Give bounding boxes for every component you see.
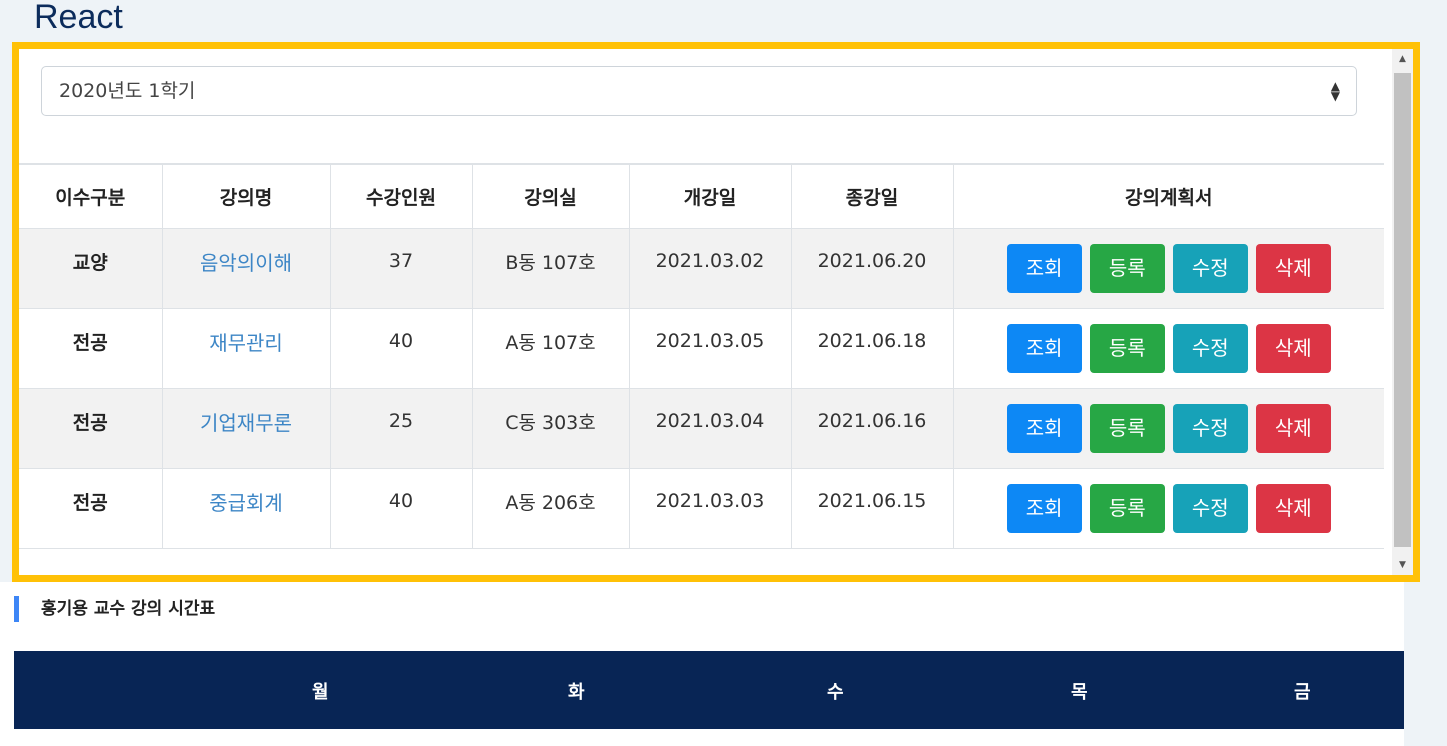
header-room: 강의실 bbox=[471, 163, 630, 229]
course-name-cell: 재무관리 bbox=[161, 307, 331, 389]
day-thu: 목 bbox=[1071, 682, 1088, 703]
header-syllabus: 강의계획서 bbox=[952, 163, 1384, 229]
course-name-cell: 중급회계 bbox=[161, 467, 331, 549]
course-room: B동 107호 bbox=[471, 227, 630, 309]
header-enrolled: 수강인원 bbox=[329, 163, 473, 229]
day-mon: 월 bbox=[312, 682, 329, 703]
table-row: 전공 중급회계 40 A동 206호 2021.03.03 2021.06.15… bbox=[19, 467, 1384, 549]
delete-button[interactable]: 삭제 bbox=[1255, 243, 1331, 293]
register-button[interactable]: 등록 bbox=[1089, 243, 1165, 293]
course-name-link[interactable]: 음악의이해 bbox=[200, 251, 292, 275]
course-enrolled: 40 bbox=[329, 467, 473, 549]
header-name: 강의명 bbox=[161, 163, 331, 229]
table-row: 전공 재무관리 40 A동 107호 2021.03.05 2021.06.18… bbox=[19, 307, 1384, 389]
course-list-panel: 2020년도 1학기 ▲ ▼ 이수구분 강의명 수강인원 강의실 개강일 종강일 … bbox=[12, 42, 1420, 582]
edit-button[interactable]: 수정 bbox=[1172, 243, 1248, 293]
course-room: A동 107호 bbox=[471, 307, 630, 389]
header-end-date: 종강일 bbox=[790, 163, 954, 229]
course-name-link[interactable]: 재무관리 bbox=[209, 331, 283, 355]
table-header-row: 이수구분 강의명 수강인원 강의실 개강일 종강일 강의계획서 bbox=[19, 163, 1384, 229]
course-type: 전공 bbox=[19, 387, 163, 469]
delete-button[interactable]: 삭제 bbox=[1255, 403, 1331, 453]
course-type: 전공 bbox=[19, 467, 163, 549]
edit-button[interactable]: 수정 bbox=[1172, 483, 1248, 533]
day-tue: 화 bbox=[568, 682, 585, 703]
course-end-date: 2021.06.16 bbox=[790, 387, 954, 469]
register-button[interactable]: 등록 bbox=[1089, 483, 1165, 533]
course-room: C동 303호 bbox=[471, 387, 630, 469]
edit-button[interactable]: 수정 bbox=[1172, 403, 1248, 453]
syllabus-actions: 조회 등록 수정 삭제 bbox=[952, 227, 1384, 309]
course-name-link[interactable]: 기업재무론 bbox=[200, 411, 292, 435]
table-row: 교양 음악의이해 37 B동 107호 2021.03.02 2021.06.2… bbox=[19, 227, 1384, 309]
course-start-date: 2021.03.04 bbox=[628, 387, 792, 469]
syllabus-actions: 조회 등록 수정 삭제 bbox=[952, 307, 1384, 389]
view-button[interactable]: 조회 bbox=[1006, 323, 1082, 373]
course-room: A동 206호 bbox=[471, 467, 630, 549]
delete-button[interactable]: 삭제 bbox=[1255, 323, 1331, 373]
header-type: 이수구분 bbox=[19, 163, 163, 229]
semester-select-value: 2020년도 1학기 bbox=[59, 80, 196, 102]
course-start-date: 2021.03.03 bbox=[628, 467, 792, 549]
semester-select[interactable]: 2020년도 1학기 ▲ ▼ bbox=[41, 66, 1357, 116]
timetable-title: 홍기용 교수 강의 시간표 bbox=[14, 596, 215, 622]
register-button[interactable]: 등록 bbox=[1089, 403, 1165, 453]
course-enrolled: 37 bbox=[329, 227, 473, 309]
syllabus-actions: 조회 등록 수정 삭제 bbox=[952, 387, 1384, 469]
scroll-up-icon[interactable]: ▲ bbox=[1392, 51, 1413, 67]
register-button[interactable]: 등록 bbox=[1089, 323, 1165, 373]
course-start-date: 2021.03.02 bbox=[628, 227, 792, 309]
scrollbar-thumb[interactable] bbox=[1394, 73, 1411, 547]
course-enrolled: 25 bbox=[329, 387, 473, 469]
table-row: 전공 기업재무론 25 C동 303호 2021.03.04 2021.06.1… bbox=[19, 387, 1384, 469]
view-button[interactable]: 조회 bbox=[1006, 483, 1082, 533]
day-wed: 수 bbox=[827, 682, 844, 703]
view-button[interactable]: 조회 bbox=[1006, 403, 1082, 453]
course-enrolled: 40 bbox=[329, 307, 473, 389]
course-name-link[interactable]: 중급회계 bbox=[209, 491, 283, 515]
course-end-date: 2021.06.20 bbox=[790, 227, 954, 309]
day-fri: 금 bbox=[1294, 682, 1311, 703]
delete-button[interactable]: 삭제 bbox=[1255, 483, 1331, 533]
course-start-date: 2021.03.05 bbox=[628, 307, 792, 389]
course-list-content: 2020년도 1학기 ▲ ▼ 이수구분 강의명 수강인원 강의실 개강일 종강일 … bbox=[19, 49, 1392, 575]
course-end-date: 2021.06.15 bbox=[790, 467, 954, 549]
scroll-down-icon[interactable]: ▼ bbox=[1392, 557, 1413, 573]
syllabus-actions: 조회 등록 수정 삭제 bbox=[952, 467, 1384, 549]
vertical-scrollbar[interactable]: ▲ ▼ bbox=[1392, 49, 1413, 575]
course-name-cell: 음악의이해 bbox=[161, 227, 331, 309]
course-table: 이수구분 강의명 수강인원 강의실 개강일 종강일 강의계획서 교양 음악의이해… bbox=[19, 163, 1384, 549]
course-name-cell: 기업재무론 bbox=[161, 387, 331, 469]
course-type: 전공 bbox=[19, 307, 163, 389]
header-start-date: 개강일 bbox=[628, 163, 792, 229]
course-type: 교양 bbox=[19, 227, 163, 309]
edit-button[interactable]: 수정 bbox=[1172, 323, 1248, 373]
select-arrows-icon: ▲ ▼ bbox=[1330, 79, 1340, 103]
view-button[interactable]: 조회 bbox=[1006, 243, 1082, 293]
app-title: React bbox=[34, 0, 123, 36]
course-end-date: 2021.06.18 bbox=[790, 307, 954, 389]
timetable-header: 월 화 수 목 금 bbox=[14, 651, 1404, 729]
